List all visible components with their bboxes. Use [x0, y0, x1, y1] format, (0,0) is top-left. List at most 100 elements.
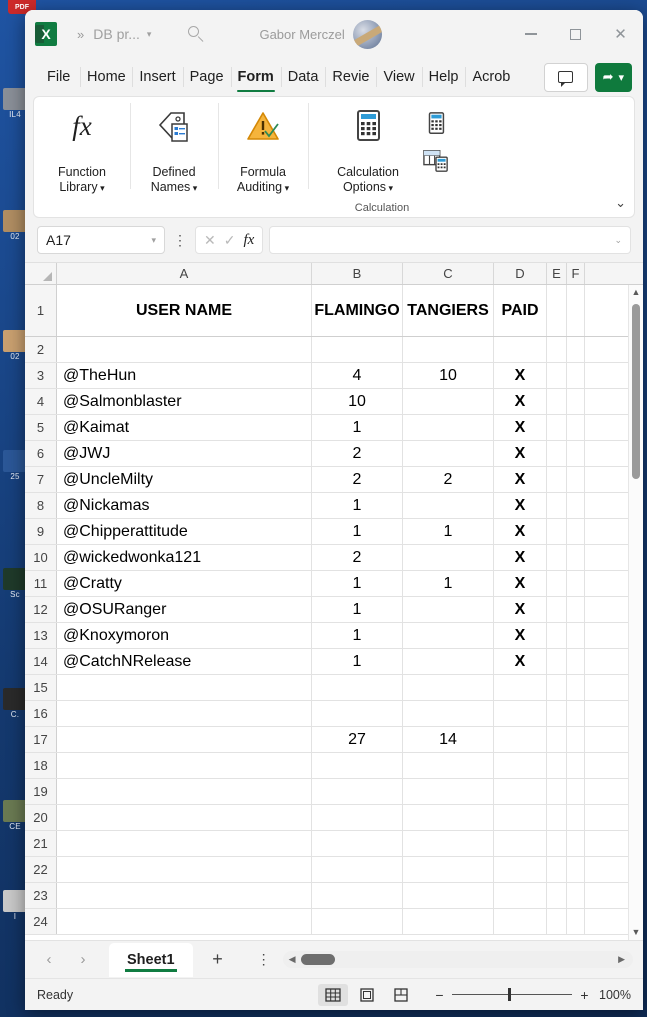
cell-a[interactable] [57, 701, 312, 726]
cell-e[interactable] [547, 285, 567, 336]
table-row[interactable]: 15 [25, 675, 628, 701]
cell-b[interactable]: 1 [312, 623, 403, 648]
table-row[interactable]: 21 [25, 831, 628, 857]
zoom-slider-track[interactable] [452, 987, 572, 1001]
cell-d[interactable]: X [494, 363, 547, 388]
table-row[interactable]: 17 27 14 [25, 727, 628, 753]
table-row[interactable]: 2 [25, 337, 628, 363]
table-row[interactable]: 6 @JWJ 2 X [25, 441, 628, 467]
cell-d[interactable]: X [494, 571, 547, 596]
cell-a[interactable]: @TheHun [57, 363, 312, 388]
cell-b[interactable] [312, 857, 403, 882]
cell-b[interactable]: 1 [312, 597, 403, 622]
cell-a[interactable]: @CatchNRelease [57, 649, 312, 674]
cell-a[interactable]: @wickedwonka121 [57, 545, 312, 570]
row-header[interactable]: 23 [25, 883, 57, 908]
table-row[interactable]: 18 [25, 753, 628, 779]
search-icon[interactable] [185, 23, 207, 45]
table-row[interactable]: 11 @Cratty 1 1 X [25, 571, 628, 597]
document-title[interactable]: DB pr... ▾ [93, 26, 151, 42]
cell-c[interactable] [403, 753, 494, 778]
cell-f[interactable] [567, 441, 585, 466]
cell-f[interactable] [567, 415, 585, 440]
cell-e[interactable] [547, 571, 567, 596]
cell-b[interactable]: 1 [312, 493, 403, 518]
cell-f[interactable] [567, 909, 585, 934]
cell-c[interactable]: 14 [403, 727, 494, 752]
cell-d[interactable] [494, 675, 547, 700]
cell-d[interactable] [494, 805, 547, 830]
cell-a[interactable] [57, 883, 312, 908]
tab-insert[interactable]: Insert [132, 58, 182, 96]
tab-view[interactable]: View [376, 58, 421, 96]
cell-f[interactable] [567, 519, 585, 544]
cell-f[interactable] [567, 857, 585, 882]
cell-b[interactable]: 1 [312, 649, 403, 674]
cell-e[interactable] [547, 467, 567, 492]
cell-b[interactable] [312, 831, 403, 856]
cell-c[interactable] [403, 779, 494, 804]
cell-b[interactable] [312, 337, 403, 362]
row-header[interactable]: 8 [25, 493, 57, 518]
tab-formulas[interactable]: Form [230, 58, 281, 96]
cancel-formula-icon[interactable]: ✕ [204, 232, 216, 249]
row-header[interactable]: 13 [25, 623, 57, 648]
tab-acrobat[interactable]: Acrob [465, 58, 517, 96]
scroll-down-icon[interactable]: ▼ [632, 925, 641, 940]
tab-help[interactable]: Help [421, 58, 466, 96]
cell-a[interactable]: @Knoxymoron [57, 623, 312, 648]
cell-e[interactable] [547, 753, 567, 778]
share-button[interactable]: ➦ ▾ [594, 62, 632, 92]
cell-a[interactable] [57, 675, 312, 700]
cell-e[interactable] [547, 623, 567, 648]
page-break-view-button[interactable] [386, 984, 416, 1006]
formula-input[interactable]: ⌄ [269, 226, 631, 254]
cell-b[interactable]: 2 [312, 441, 403, 466]
cell-b[interactable]: 27 [312, 727, 403, 752]
row-header[interactable]: 3 [25, 363, 57, 388]
cell-e[interactable] [547, 909, 567, 934]
cell-f[interactable] [567, 701, 585, 726]
cell-d[interactable] [494, 857, 547, 882]
cell-c[interactable] [403, 883, 494, 908]
horizontal-scrollbar[interactable]: ◀ ▶ [282, 951, 633, 968]
cell-d[interactable]: PAID [494, 285, 547, 336]
tab-review[interactable]: Revie [325, 58, 376, 96]
column-header-f[interactable]: F [567, 263, 585, 284]
sheet-tab-sheet1[interactable]: Sheet1 [109, 942, 193, 977]
cell-a[interactable]: @Salmonblaster [57, 389, 312, 414]
table-row[interactable]: 19 [25, 779, 628, 805]
quick-access-overflow-icon[interactable]: » [61, 27, 93, 42]
vertical-scrollbar[interactable]: ▲ ▼ [628, 285, 643, 940]
cell-f[interactable] [567, 467, 585, 492]
cell-e[interactable] [547, 597, 567, 622]
insert-function-icon[interactable]: fx [243, 232, 254, 249]
row-header[interactable]: 17 [25, 727, 57, 752]
horizontal-scroll-thumb[interactable] [301, 954, 336, 965]
cell-f[interactable] [567, 285, 585, 336]
cell-d[interactable]: X [494, 545, 547, 570]
cell-b[interactable] [312, 909, 403, 934]
vertical-scroll-track[interactable] [629, 300, 643, 925]
cell-c[interactable] [403, 389, 494, 414]
cell-c[interactable] [403, 805, 494, 830]
cell-a[interactable] [57, 727, 312, 752]
cell-b[interactable]: 4 [312, 363, 403, 388]
calculate-sheet-icon[interactable] [422, 147, 450, 178]
previous-sheet-button[interactable]: ‹ [33, 951, 65, 968]
table-row[interactable]: 20 [25, 805, 628, 831]
cell-d[interactable] [494, 831, 547, 856]
cell-e[interactable] [547, 337, 567, 362]
cell-d[interactable] [494, 883, 547, 908]
cell-f[interactable] [567, 493, 585, 518]
add-sheet-button[interactable]: + [195, 949, 241, 970]
cell-a[interactable]: @Nickamas [57, 493, 312, 518]
cell-c[interactable] [403, 337, 494, 362]
row-header[interactable]: 6 [25, 441, 57, 466]
cell-a[interactable] [57, 857, 312, 882]
row-header[interactable]: 2 [25, 337, 57, 362]
scroll-left-icon[interactable]: ◀ [289, 954, 296, 965]
cell-c[interactable] [403, 415, 494, 440]
cell-c[interactable]: 1 [403, 571, 494, 596]
row-header[interactable]: 20 [25, 805, 57, 830]
